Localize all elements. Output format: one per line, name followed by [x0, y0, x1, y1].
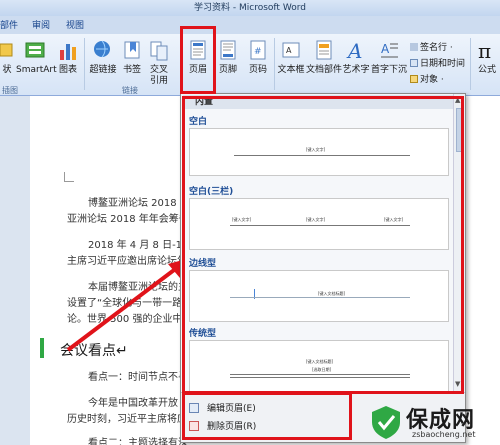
- date-time-button[interactable]: 日期和时间: [410, 56, 465, 69]
- textbox-button[interactable]: A 文本框: [276, 38, 306, 76]
- group-links: 链接: [122, 86, 138, 95]
- window-title-bar: 学习资料 - Microsoft Word: [0, 0, 500, 16]
- shield-icon: [372, 406, 400, 439]
- tab-view[interactable]: 视图: [66, 18, 84, 31]
- drop-cap-icon: A: [381, 42, 398, 58]
- doc-line: 历史时刻，习近平主席将应: [67, 414, 187, 425]
- wordart-button[interactable]: A 艺术字: [342, 38, 370, 76]
- footer-icon: [220, 40, 236, 60]
- smartart-button[interactable]: SmartArt: [16, 38, 57, 76]
- svg-text:A: A: [286, 46, 292, 55]
- smartart-icon: [25, 42, 45, 58]
- header-button-highlight: [180, 26, 216, 94]
- equation-icon: π: [478, 39, 491, 62]
- doc-line: 亚洲论坛 2018 年年会筹备: [67, 214, 189, 225]
- chart-icon: [60, 44, 76, 60]
- menu-highlight: [182, 392, 352, 440]
- quick-parts-button[interactable]: 文档部件: [306, 38, 342, 76]
- signature-icon: [410, 43, 418, 51]
- svg-text:A: A: [381, 42, 390, 56]
- page-number-button[interactable]: # 页码: [244, 38, 272, 76]
- gallery-highlight: [182, 96, 464, 394]
- cross-reference-icon: [150, 41, 168, 61]
- ribbon: 状 SmartArt 图表 插图 超链接 书签 交叉 引用 链接 页眉 页脚 #…: [0, 34, 500, 96]
- textbox-icon: A: [282, 42, 300, 58]
- drop-cap-button[interactable]: A 首字下沉: [370, 38, 408, 76]
- watermark-logo: 保成网 zsbaocheng.net: [368, 400, 498, 444]
- separator: [84, 38, 85, 90]
- object-icon: [410, 75, 418, 83]
- bookmark-button[interactable]: 书签: [120, 38, 144, 76]
- page-number-icon: #: [250, 40, 266, 60]
- annotation-arrow: [66, 258, 190, 352]
- doc-line: 2018 年 4 月 8 日-11: [88, 240, 189, 251]
- bookmark-icon: [124, 41, 140, 59]
- chart-button[interactable]: 图表: [56, 38, 80, 76]
- separator: [470, 38, 471, 90]
- svg-text:#: #: [254, 47, 262, 57]
- object-button[interactable]: 对象 ·: [410, 72, 444, 85]
- quick-parts-icon: [316, 40, 332, 60]
- hyperlink-button[interactable]: 超链接: [88, 38, 118, 76]
- datetime-icon: [410, 59, 418, 67]
- equation-button[interactable]: π 公式: [474, 38, 500, 76]
- doc-line: 看点二：主题选择有深: [88, 438, 188, 445]
- group-illustrations: 插图: [2, 86, 18, 95]
- window-title: 学习资料 - Microsoft Word: [194, 3, 306, 13]
- wordart-icon: A: [346, 39, 362, 62]
- signature-line-button[interactable]: 签名行 ·: [410, 40, 453, 53]
- svg-text:π: π: [478, 39, 491, 62]
- tab-review[interactable]: 审阅: [32, 18, 50, 31]
- watermark-url: zsbaocheng.net: [412, 430, 476, 439]
- doc-line: 看点一：时间节点不寻: [88, 372, 188, 383]
- cross-reference-button[interactable]: 交叉 引用: [146, 38, 172, 87]
- doc-line: 今年是中国改革开放 4: [88, 398, 188, 409]
- doc-line: 博鳌亚洲论坛 2018 年: [88, 198, 190, 209]
- ribbon-tabs: 部件 审阅 视图: [0, 16, 500, 34]
- heading-bar: [40, 338, 44, 358]
- shapes-button[interactable]: 状: [0, 38, 16, 76]
- svg-text:A: A: [346, 39, 362, 62]
- footer-button[interactable]: 页脚: [214, 38, 242, 76]
- margin-mark: [64, 172, 74, 182]
- separator: [274, 38, 275, 90]
- tab-parts[interactable]: 部件: [0, 18, 18, 31]
- hyperlink-icon: [94, 40, 110, 58]
